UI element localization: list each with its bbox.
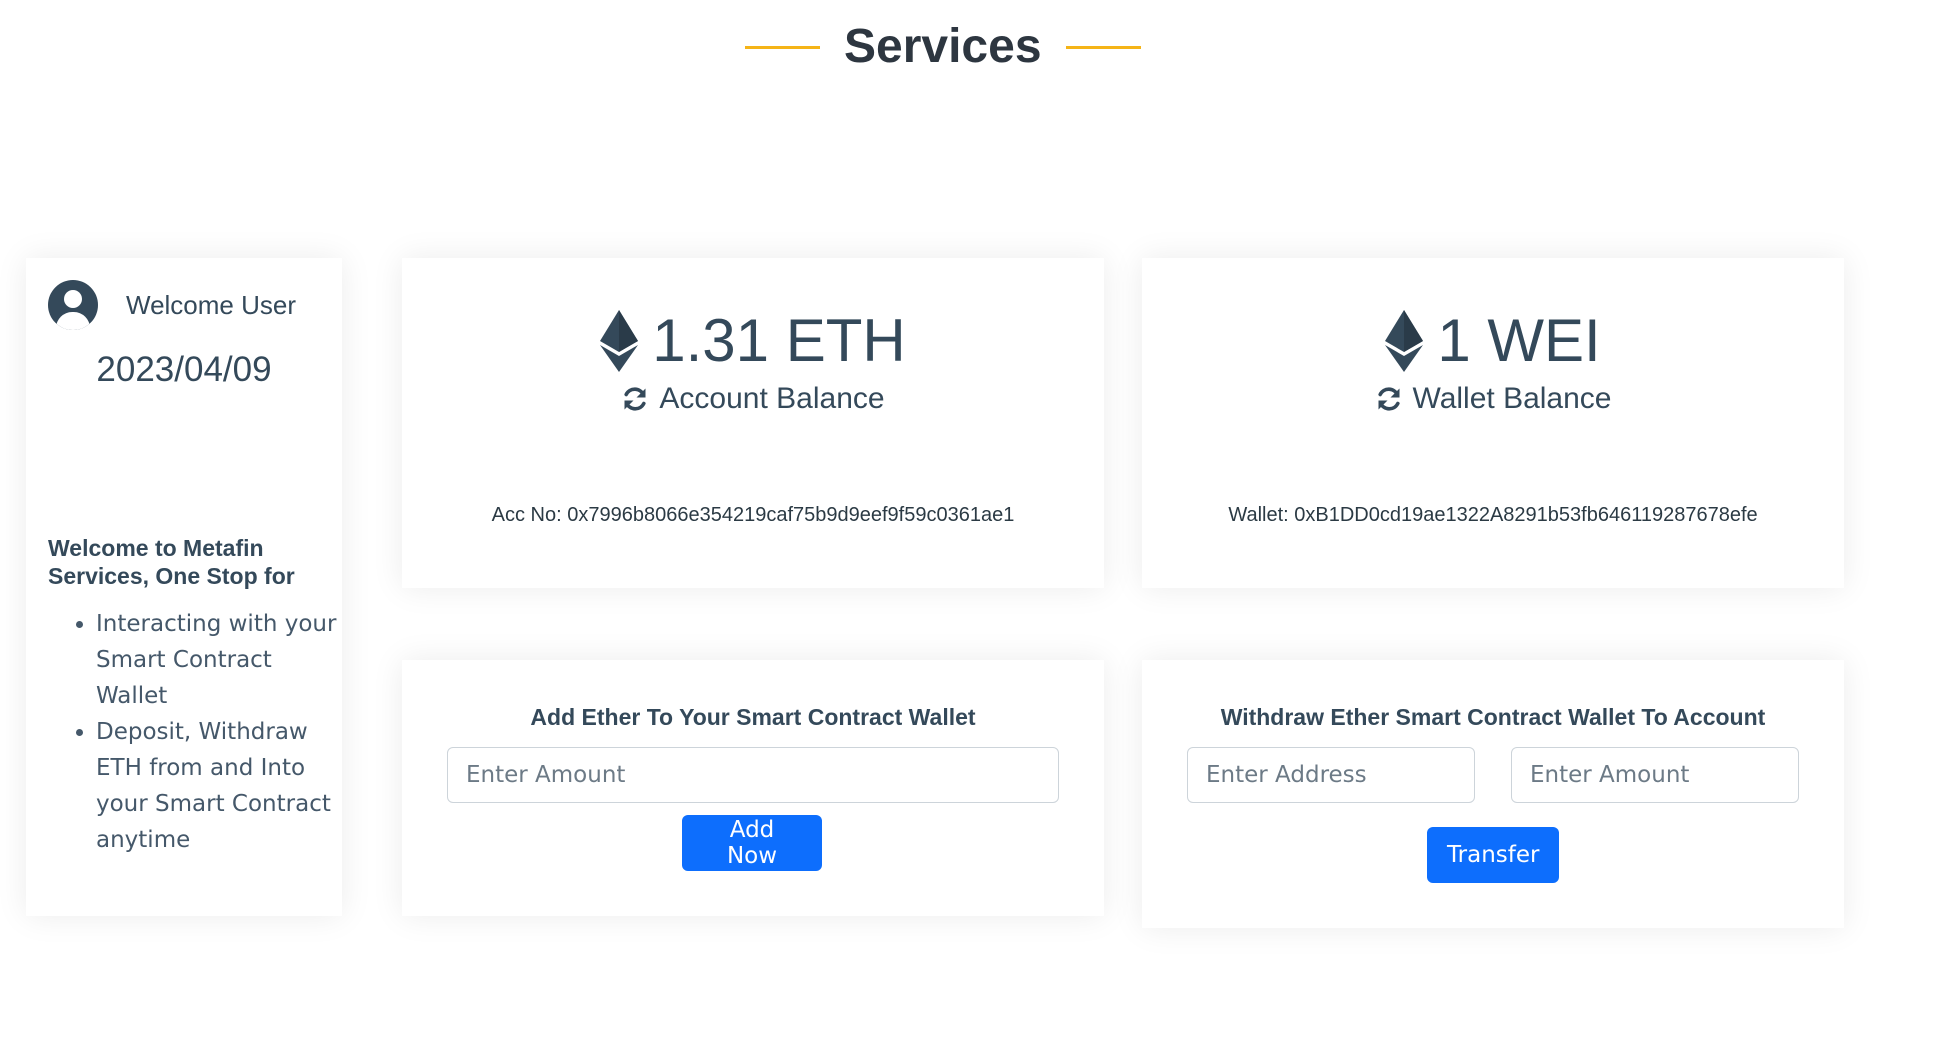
welcome-user-text: Welcome User	[126, 289, 297, 320]
intro-text: Welcome to Metafin Services, One Stop fo…	[48, 535, 295, 589]
refresh-icon[interactable]	[621, 385, 649, 413]
account-balance-card: 1.31 ETH Account Balance Acc No: 0x7996b…	[402, 258, 1104, 588]
ethereum-icon	[1385, 310, 1424, 372]
current-date: 2023/04/09	[96, 350, 272, 389]
wallet-amount-row: 1 WEI	[1142, 306, 1844, 376]
transfer-button[interactable]: Transfer	[1427, 827, 1559, 883]
wallet-label-row: Wallet Balance	[1142, 382, 1844, 416]
page-title: Services	[844, 20, 1042, 73]
feature-list: Interacting with your Smart Contract Wal…	[48, 606, 338, 858]
withdraw-ether-title: Withdraw Ether Smart Contract Wallet To …	[1220, 704, 1766, 730]
avatar-body-shape	[56, 312, 90, 330]
withdraw-address-input[interactable]	[1187, 747, 1475, 803]
section-header-inner: Services	[745, 14, 1141, 80]
profile-header: Welcome User	[48, 280, 296, 330]
user-circle-icon	[48, 280, 98, 330]
account-balance-amount: 1.31 ETH	[652, 307, 906, 374]
list-item: Interacting with your Smart Contract Wal…	[96, 606, 338, 714]
ethereum-icon	[600, 310, 639, 372]
title-decoration-left	[745, 45, 820, 49]
wallet-balance-card: 1 WEI Wallet Balance Wallet: 0xB1DD0cd19…	[1142, 258, 1844, 588]
add-now-button[interactable]: Add Now	[682, 815, 822, 871]
profile-card: Welcome User 2023/04/09 Welcome to Metaf…	[26, 258, 342, 916]
account-number: Acc No: 0x7996b8066e354219caf75b9d9eef9f…	[491, 504, 1015, 526]
add-ether-card: Add Ether To Your Smart Contract Wallet …	[402, 660, 1104, 916]
withdraw-ether-card: Withdraw Ether Smart Contract Wallet To …	[1142, 660, 1844, 928]
title-decoration-right	[1065, 45, 1141, 49]
wallet-balance-label: Wallet Balance	[1412, 382, 1612, 415]
list-item: Deposit, Withdraw ETH from and Into your…	[96, 714, 338, 858]
wallet-balance-amount: 1 WEI	[1437, 307, 1601, 374]
add-amount-input[interactable]	[447, 747, 1059, 803]
account-label-row: Account Balance	[402, 382, 1104, 416]
add-ether-title: Add Ether To Your Smart Contract Wallet	[530, 704, 976, 730]
refresh-icon[interactable]	[1375, 385, 1403, 413]
account-amount-row: 1.31 ETH	[402, 306, 1104, 376]
wallet-address: Wallet: 0xB1DD0cd19ae1322A8291b53fb64611…	[1228, 504, 1758, 526]
avatar-head-shape	[64, 290, 82, 308]
withdraw-amount-input[interactable]	[1511, 747, 1799, 803]
account-balance-label: Account Balance	[659, 382, 885, 415]
